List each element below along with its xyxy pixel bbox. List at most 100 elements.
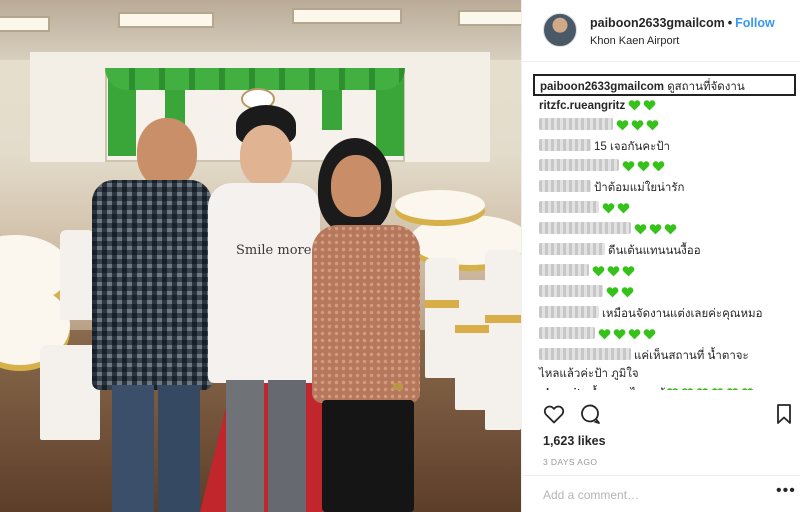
comment-item: ป้าต้อมแม่ใยน่ารัก [539, 180, 685, 196]
green-heart-icon [607, 266, 620, 277]
comment-item: แค่เห็นสถานที่ น้ำตาจะ [539, 348, 749, 364]
more-options-button[interactable]: ••• [776, 482, 796, 500]
comment-text: แค่เห็นสถานที่ น้ำตาจะ [634, 350, 749, 362]
follow-button[interactable]: Follow [735, 16, 775, 30]
green-heart-icon [711, 388, 723, 390]
comment-text: 15 เจอกันคะป้า [594, 141, 671, 153]
comment-item [539, 201, 632, 217]
ceiling-light [118, 12, 214, 28]
ripped-jeans [268, 380, 306, 512]
green-heart-icon [652, 161, 665, 172]
ceiling [0, 0, 521, 60]
blurred-username [539, 139, 591, 151]
green-heart-icon [637, 161, 650, 172]
action-bar [522, 402, 800, 428]
comment-username[interactable]: ploy_ritz [539, 388, 586, 390]
green-heart-icon [631, 120, 644, 131]
blurred-username [539, 222, 631, 234]
caption: paiboon2633gmailcom ดูสถานที่จัดงาน [533, 74, 796, 96]
green-heart-icon [613, 329, 626, 340]
ceiling-light [292, 8, 402, 24]
comment-input[interactable] [543, 488, 753, 502]
green-heart-icon [649, 224, 662, 235]
chair-sash [425, 300, 459, 308]
green-heart-icon [606, 287, 619, 298]
comment-item: ดีนเต้นแทนนนงื้ออ [539, 243, 701, 259]
comment-text: น้ำตาจะไหลแล้ [590, 388, 666, 390]
jeans [112, 385, 154, 512]
bookmark-icon[interactable] [772, 402, 796, 426]
header-username[interactable]: paiboon2633gmailcom [590, 16, 725, 30]
comment-text: เหมือนจัดงานแต่งเลยค่ะคุณหมอ [602, 308, 763, 320]
blurred-username [539, 243, 605, 255]
green-heart-icon [629, 100, 641, 111]
chair [425, 258, 459, 378]
comment-item [539, 222, 679, 238]
location-link[interactable]: Khon Kaen Airport [590, 35, 679, 47]
comment-item [539, 264, 637, 280]
header-separator: • [727, 16, 733, 30]
green-heart-icon [726, 388, 738, 390]
like-count[interactable]: 1,623 likes [543, 434, 606, 448]
green-heart-icon [634, 224, 647, 235]
green-heart-icon [617, 203, 630, 214]
green-heart-icon [621, 287, 634, 298]
black-pants [322, 400, 414, 512]
blurred-username [539, 306, 599, 318]
heart-outline-icon[interactable] [542, 402, 566, 426]
post-photo[interactable]: Smile more [0, 0, 521, 512]
wristwatch [393, 383, 403, 390]
green-heart-icon [622, 266, 635, 277]
speech-bubble-icon[interactable] [578, 402, 602, 426]
comment-text: ป้าต้อมแม่ใยน่ารัก [594, 182, 685, 194]
green-heart-icon [666, 388, 678, 390]
comment-item [539, 118, 661, 134]
ripped-jeans [226, 380, 264, 512]
blurred-username [539, 348, 631, 360]
blurred-username [539, 285, 603, 297]
comment-item [539, 327, 658, 343]
comment-item [539, 285, 636, 301]
header-line: paiboon2633gmailcom • Follow [590, 16, 775, 30]
blurred-username [539, 159, 619, 171]
plaid-pattern [92, 180, 212, 390]
jeans [158, 385, 200, 512]
avatar[interactable] [543, 13, 577, 47]
chair-sash [455, 325, 489, 333]
ceiling-light [0, 16, 50, 32]
green-heart-icon [644, 100, 656, 111]
caption-username[interactable]: paiboon2633gmailcom [540, 81, 664, 93]
green-heart-icon [592, 266, 605, 277]
add-comment-bar: ••• [522, 475, 800, 512]
curtain-valance [105, 68, 405, 90]
chair [40, 345, 100, 440]
blurred-username [539, 201, 599, 213]
post-timestamp: 3 DAYS AGO [543, 457, 598, 467]
comment-item: เหมือนจัดงานแต่งเลยค่ะคุณหมอ [539, 306, 763, 322]
green-heart-icon [646, 120, 659, 131]
blurred-username [539, 264, 589, 276]
head [137, 118, 197, 188]
comment-list[interactable]: paiboon2633gmailcom ดูสถานที่จัดงาน ritz… [522, 62, 800, 390]
shirt-text: Smile more [236, 243, 312, 258]
comment-text: ดีนเต้นแทนนนงื้ออ [608, 245, 701, 257]
comment-username[interactable]: ritzfc.rueangritz [539, 100, 625, 112]
comment-item: ritzfc.rueangritz [539, 98, 658, 114]
green-heart-icon [628, 329, 641, 340]
caption-text: ดูสถานที่จัดงาน [667, 81, 745, 93]
banquet-table [395, 190, 485, 220]
post-side-panel: paiboon2633gmailcom • Follow Khon Kaen Air… [521, 0, 800, 512]
chair [455, 280, 489, 410]
lace-blouse [312, 225, 420, 403]
green-heart-icon [681, 388, 693, 390]
blurred-username [539, 180, 591, 192]
head [331, 155, 381, 217]
chair [485, 250, 521, 430]
chair-sash [485, 315, 521, 323]
comment-item: ploy_ritz น้ำตาจะไหลแล้ [539, 386, 756, 390]
green-heart-icon [616, 120, 629, 131]
green-heart-icon [696, 388, 708, 390]
comment-item [539, 159, 667, 175]
green-heart-icon [741, 388, 753, 390]
comment-item: ไหลแล้วค่ะป้า ภูมิใจ [539, 366, 639, 382]
